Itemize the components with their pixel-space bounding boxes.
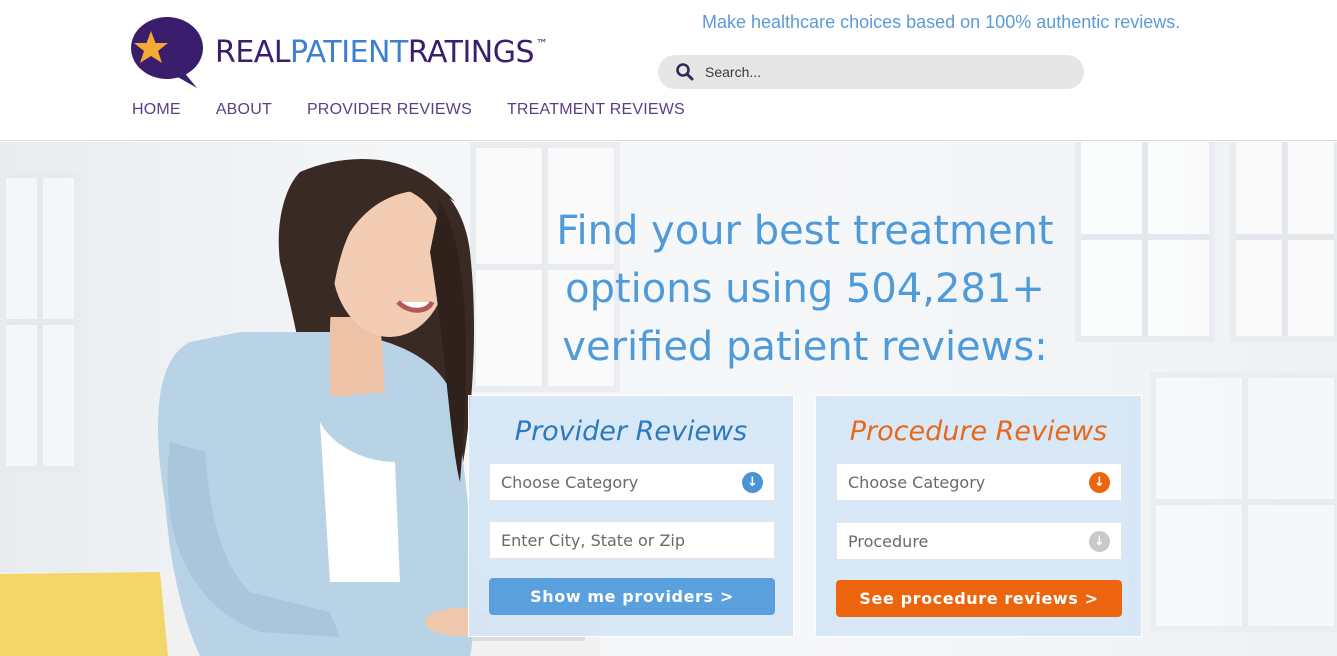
procedure-reviews-card: Procedure Reviews Choose Category ↓ Proc… <box>815 395 1142 637</box>
logo-star-bubble-icon <box>131 17 203 88</box>
headline-line-1: Find your best treatment <box>556 208 1054 254</box>
procedure-category-value: Choose Category <box>848 472 986 492</box>
provider-category-value: Choose Category <box>501 472 639 492</box>
arrow-down-circle-icon: ↓ <box>1089 471 1110 493</box>
hero-headline: Find your best treatment options using 5… <box>500 202 1110 376</box>
background-window <box>1150 372 1337 632</box>
search-input[interactable] <box>705 64 1065 80</box>
headline-line-2: options using 504,281+ <box>565 266 1045 312</box>
logo-text-patient: PATIENT <box>290 34 408 70</box>
main-nav: HOME ABOUT PROVIDER REVIEWS TREATMENT RE… <box>132 101 720 119</box>
hero-section: Find your best treatment options using 5… <box>0 142 1337 656</box>
logo-wordmark: REALPATIENTRATINGS ™ <box>215 35 548 70</box>
location-field[interactable] <box>489 521 775 559</box>
background-window <box>1230 142 1337 342</box>
nav-about[interactable]: ABOUT <box>216 101 272 119</box>
provider-reviews-card: Provider Reviews Choose Category ↓ Show … <box>468 395 794 637</box>
search-icon[interactable] <box>675 62 695 82</box>
location-input[interactable] <box>501 530 763 550</box>
procedure-select[interactable]: Procedure ↓ <box>836 522 1122 560</box>
nav-home[interactable]: HOME <box>132 101 181 119</box>
site-header: REALPATIENTRATINGS ™ Make healthcare choi… <box>0 0 1337 141</box>
headline-line-3: verified patient reviews: <box>562 324 1048 370</box>
provider-card-title: Provider Reviews <box>514 416 748 447</box>
trademark-symbol: ™ <box>536 36 548 51</box>
procedure-card-title: Procedure Reviews <box>849 416 1108 447</box>
provider-category-select[interactable]: Choose Category ↓ <box>489 463 775 501</box>
nav-treatment-reviews[interactable]: TREATMENT REVIEWS <box>507 101 685 119</box>
show-providers-button[interactable]: Show me providers > <box>489 578 775 615</box>
procedure-value: Procedure <box>848 531 929 551</box>
see-procedure-reviews-button[interactable]: See procedure reviews > <box>836 580 1122 617</box>
arrow-down-circle-icon: ↓ <box>1089 530 1110 552</box>
nav-provider-reviews[interactable]: PROVIDER REVIEWS <box>307 101 472 119</box>
search-bar[interactable] <box>658 55 1084 89</box>
arrow-down-circle-icon: ↓ <box>742 471 763 493</box>
site-logo[interactable]: REALPATIENTRATINGS ™ <box>131 16 548 88</box>
procedure-category-select[interactable]: Choose Category ↓ <box>836 463 1122 501</box>
logo-text-ratings: RATINGS <box>407 34 535 70</box>
logo-text-real: REAL <box>215 34 291 70</box>
tagline: Make healthcare choices based on 100% au… <box>702 12 1181 32</box>
